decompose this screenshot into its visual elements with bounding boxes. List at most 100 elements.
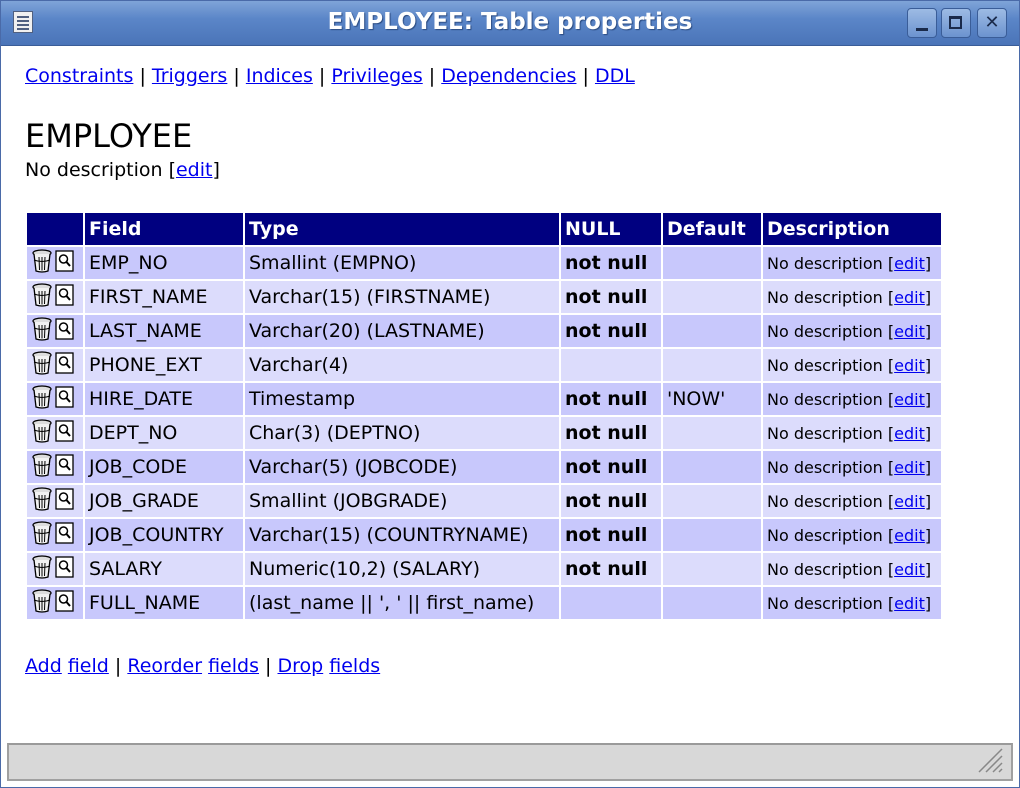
fields-table: Field Type NULL Default Description EMP_… bbox=[25, 211, 943, 621]
trash-icon[interactable] bbox=[31, 588, 53, 618]
edit-field-description-link[interactable]: edit bbox=[894, 288, 925, 307]
section-nav: Constraints | Triggers | Indices | Privi… bbox=[25, 65, 635, 87]
field-name-cell: HIRE_DATE bbox=[85, 383, 243, 415]
add-field-link[interactable]: field bbox=[68, 655, 109, 677]
drop-fields-link[interactable]: fields bbox=[329, 655, 380, 677]
trash-icon[interactable] bbox=[31, 486, 53, 516]
view-icon[interactable] bbox=[55, 283, 75, 311]
resize-grip-icon[interactable] bbox=[973, 745, 1003, 773]
nav-separator: | bbox=[139, 65, 146, 87]
action-separator: | bbox=[114, 655, 122, 677]
field-name-cell: JOB_CODE bbox=[85, 451, 243, 483]
trash-icon[interactable] bbox=[31, 282, 53, 312]
field-description-text: No description bbox=[767, 287, 883, 307]
close-button[interactable]: ✕ bbox=[977, 8, 1007, 38]
field-null-cell: not null bbox=[561, 519, 661, 551]
trash-icon[interactable] bbox=[31, 384, 53, 414]
view-icon[interactable] bbox=[55, 385, 75, 413]
view-icon[interactable] bbox=[55, 419, 75, 447]
table-row: PHONE_EXT Varchar(4) No description [edit] bbox=[27, 349, 941, 381]
field-description-text: No description bbox=[767, 559, 883, 579]
edit-field-description-link[interactable]: edit bbox=[894, 424, 925, 443]
table-description: No description [edit] bbox=[25, 159, 220, 181]
field-description-cell: No description [edit] bbox=[763, 553, 941, 585]
row-actions bbox=[27, 349, 83, 381]
nav-link-indices[interactable]: Indices bbox=[246, 65, 313, 87]
window-title: EMPLOYEE: Table properties bbox=[327, 9, 693, 35]
row-actions bbox=[27, 485, 83, 517]
field-description-cell: No description [edit] bbox=[763, 485, 941, 517]
edit-field-description-link[interactable]: edit bbox=[894, 390, 925, 409]
field-default-cell bbox=[663, 349, 761, 381]
nav-link-privileges[interactable]: Privileges bbox=[331, 65, 422, 87]
field-default-cell bbox=[663, 281, 761, 313]
field-description-cell: No description [edit] bbox=[763, 315, 941, 347]
field-description-text: No description bbox=[767, 253, 883, 273]
view-icon[interactable] bbox=[55, 317, 75, 345]
nav-link-triggers[interactable]: Triggers bbox=[152, 65, 227, 87]
trash-icon[interactable] bbox=[31, 350, 53, 380]
field-name-cell: JOB_GRADE bbox=[85, 485, 243, 517]
drop-link[interactable]: Drop bbox=[278, 655, 324, 677]
minimize-icon bbox=[916, 28, 928, 31]
nav-separator: | bbox=[233, 65, 240, 87]
view-icon[interactable] bbox=[55, 453, 75, 481]
edit-field-description-link[interactable]: edit bbox=[894, 254, 925, 273]
maximize-button[interactable] bbox=[941, 8, 971, 38]
field-description-cell: No description [edit] bbox=[763, 451, 941, 483]
minimize-button[interactable] bbox=[907, 8, 937, 38]
row-actions bbox=[27, 315, 83, 347]
view-icon[interactable] bbox=[55, 487, 75, 515]
column-header-field: Field bbox=[85, 213, 243, 245]
field-type-cell: Timestamp bbox=[245, 383, 559, 415]
field-description-text: No description bbox=[767, 321, 883, 341]
edit-field-description-link[interactable]: edit bbox=[894, 594, 925, 613]
edit-field-description-link[interactable]: edit bbox=[894, 322, 925, 341]
page-title: EMPLOYEE bbox=[25, 117, 193, 155]
table-row: EMP_NO Smallint (EMPNO) not null No descrip… bbox=[27, 247, 941, 279]
field-type-cell: Numeric(10,2) (SALARY) bbox=[245, 553, 559, 585]
field-name-cell: SALARY bbox=[85, 553, 243, 585]
column-header-description: Description bbox=[763, 213, 941, 245]
row-actions bbox=[27, 587, 83, 619]
edit-field-description-link[interactable]: edit bbox=[894, 458, 925, 477]
field-null-cell bbox=[561, 349, 661, 381]
trash-icon[interactable] bbox=[31, 452, 53, 482]
edit-field-description-link[interactable]: edit bbox=[894, 526, 925, 545]
field-description-text: No description bbox=[767, 457, 883, 477]
field-default-cell bbox=[663, 451, 761, 483]
trash-icon[interactable] bbox=[31, 418, 53, 448]
view-icon[interactable] bbox=[55, 351, 75, 379]
trash-icon[interactable] bbox=[31, 248, 53, 278]
view-icon[interactable] bbox=[55, 555, 75, 583]
view-icon[interactable] bbox=[55, 589, 75, 617]
add-link[interactable]: Add bbox=[25, 655, 62, 677]
row-actions bbox=[27, 553, 83, 585]
nav-link-dependencies[interactable]: Dependencies bbox=[441, 65, 576, 87]
field-type-cell: Varchar(20) (LASTNAME) bbox=[245, 315, 559, 347]
field-name-cell: FIRST_NAME bbox=[85, 281, 243, 313]
trash-icon[interactable] bbox=[31, 554, 53, 584]
title-bar[interactable]: EMPLOYEE: Table properties ✕ bbox=[1, 1, 1019, 46]
field-null-cell: not null bbox=[561, 417, 661, 449]
view-icon[interactable] bbox=[55, 249, 75, 277]
field-description-text: No description bbox=[767, 491, 883, 511]
field-default-cell bbox=[663, 587, 761, 619]
trash-icon[interactable] bbox=[31, 316, 53, 346]
edit-field-description-link[interactable]: edit bbox=[894, 492, 925, 511]
nav-link-constraints[interactable]: Constraints bbox=[25, 65, 133, 87]
edit-field-description-link[interactable]: edit bbox=[894, 560, 925, 579]
field-description-text: No description bbox=[767, 389, 883, 409]
field-null-cell: not null bbox=[561, 247, 661, 279]
reorder-fields-link[interactable]: fields bbox=[208, 655, 259, 677]
nav-link-ddl[interactable]: DDL bbox=[595, 65, 635, 87]
edit-field-description-link[interactable]: edit bbox=[894, 356, 925, 375]
field-type-cell: (last_name || ', ' || first_name) bbox=[245, 587, 559, 619]
table-description-text: No description bbox=[25, 159, 163, 181]
edit-table-description-link[interactable]: edit bbox=[176, 159, 212, 181]
reorder-link[interactable]: Reorder bbox=[127, 655, 202, 677]
trash-icon[interactable] bbox=[31, 520, 53, 550]
nav-separator: | bbox=[582, 65, 589, 87]
field-description-text: No description bbox=[767, 355, 883, 375]
view-icon[interactable] bbox=[55, 521, 75, 549]
